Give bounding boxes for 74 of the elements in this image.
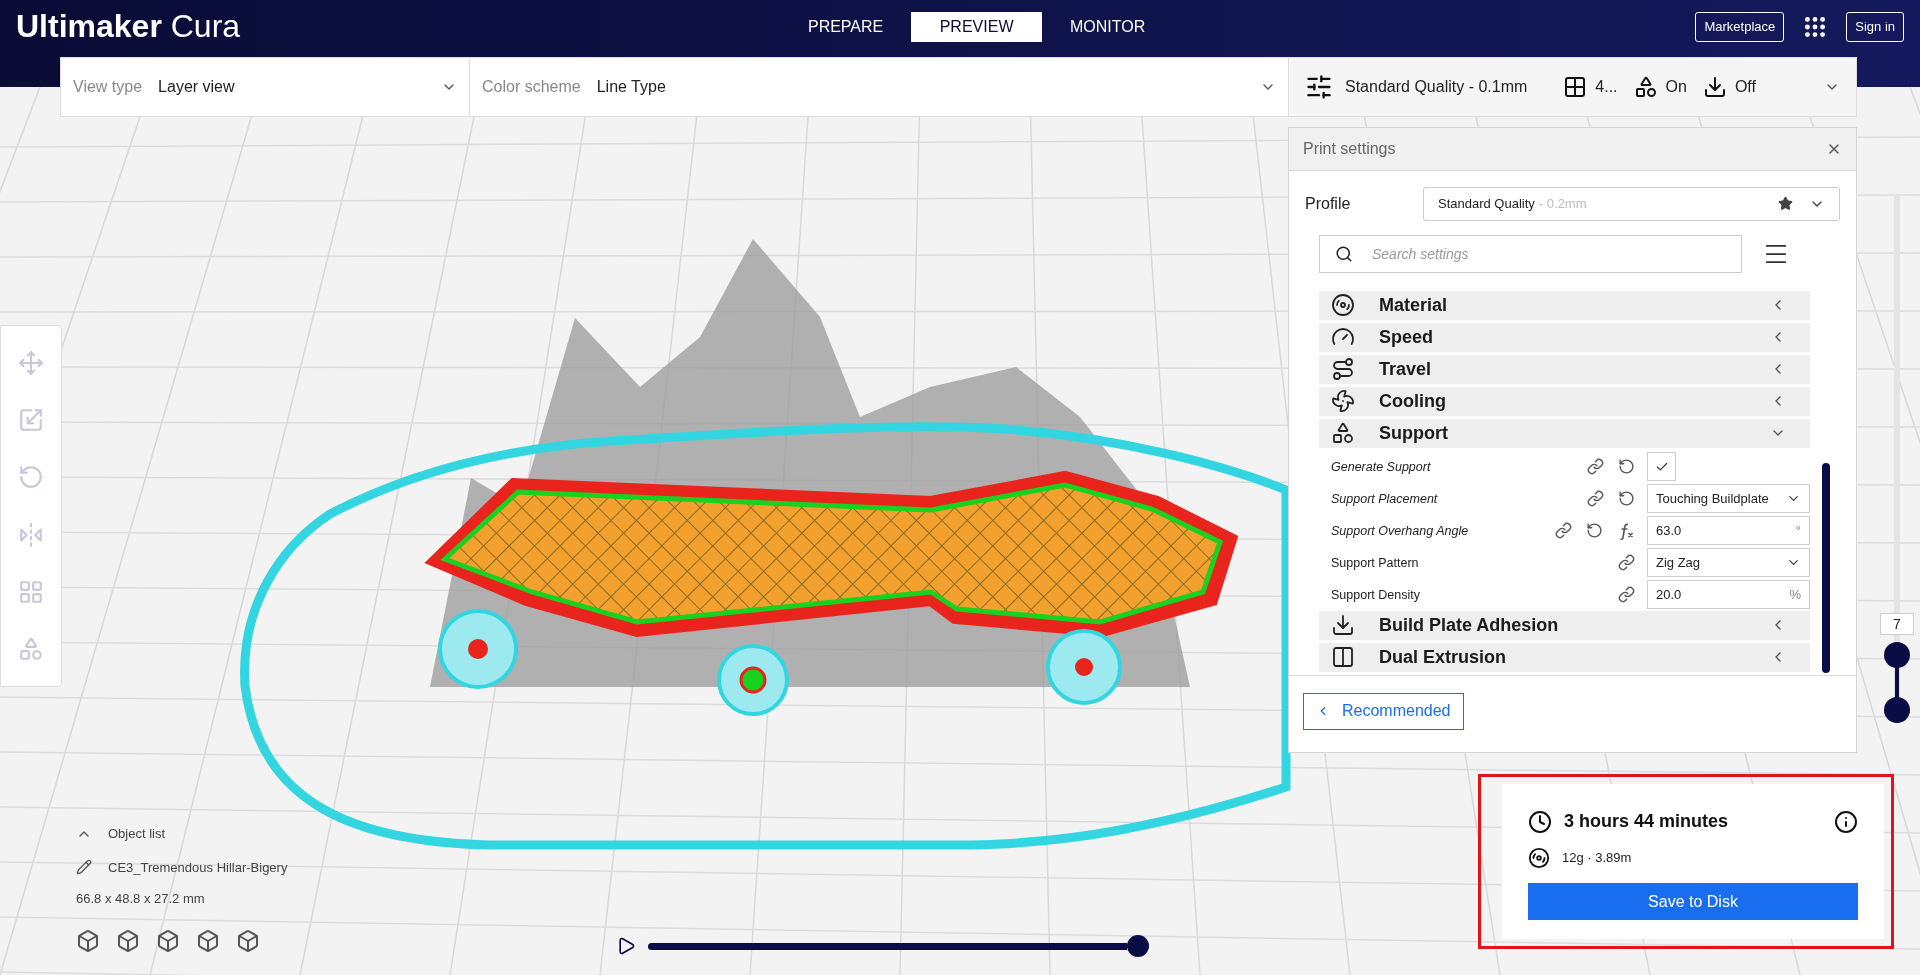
spool-icon [1331,293,1355,318]
camera-view-icon[interactable] [76,928,100,953]
star-icon [1778,196,1793,212]
scrollbar[interactable] [1822,462,1830,673]
category-header[interactable]: Dual Extrusion [1319,642,1810,672]
camera-view-icon[interactable] [156,928,180,953]
print-time: 3 hours 44 minutes [1564,810,1729,833]
save-to-disk-button[interactable]: Save to Disk [1528,883,1858,920]
setting-label: Support Overhang Angle [1331,522,1469,540]
shapes-icon [1331,421,1355,446]
reset-icon[interactable] [1618,458,1635,476]
number-field[interactable]: 63.0 ° [1647,516,1810,546]
link-icon [1618,554,1635,572]
info-icon[interactable] [1834,809,1858,834]
function-icon[interactable] [1617,521,1635,540]
category-label: Dual Extrusion [1379,645,1507,669]
view-type-dropdown[interactable]: View type Layer view [61,58,470,116]
dropdown-field[interactable]: Touching Buildplate [1647,484,1810,514]
category-header[interactable]: Travel [1319,354,1810,384]
play-icon[interactable] [616,936,636,956]
object-name: CE3_Tremendous Hillar-Bigery [108,858,288,877]
link-icon [1618,586,1635,604]
link-icon [1587,490,1604,508]
stage-tab[interactable]: PREPARE [780,12,912,42]
setting-label: Support Density [1331,586,1420,604]
category-header[interactable]: Support [1319,418,1810,448]
marketplace-button[interactable]: Marketplace [1695,12,1785,42]
object-dimensions: 66.8 x 48.8 x 27.2 mm [76,890,206,908]
download-icon [1331,613,1355,638]
route-icon [1331,357,1355,382]
dropdown-field[interactable]: Zig Zag [1647,548,1810,578]
reset-icon[interactable] [1586,522,1603,540]
spool-icon [1528,847,1550,869]
sign-in-button[interactable]: Sign in [1846,12,1904,42]
number-field[interactable]: 20.0 % [1647,580,1810,610]
camera-view-icon[interactable] [116,928,140,953]
fan-icon [1331,389,1355,414]
category-label: Build Plate Adhesion [1379,613,1559,637]
category-label: Cooling [1379,389,1446,413]
pencil-icon [76,859,92,876]
print-setup-selector[interactable]: Standard Quality - 0.1mm 4... On Off [1289,58,1856,116]
checkbox[interactable] [1647,452,1676,482]
category-header[interactable]: Cooling [1319,386,1810,416]
sliders-icon [1305,73,1333,101]
columns-icon [1331,645,1355,670]
profile-label: Profile [1305,193,1352,214]
category-label: Speed [1379,325,1434,349]
category-header[interactable]: Material [1319,290,1810,320]
camera-view-icon[interactable] [236,928,260,953]
search-icon [1335,244,1353,263]
object-list-toggle[interactable]: Object list [108,824,166,844]
camera-view-icon[interactable] [196,928,220,953]
stage-tab[interactable]: MONITOR [1042,12,1174,42]
category-label: Travel [1379,357,1432,381]
setting-label: Support Placement [1331,490,1438,508]
setting-label: Support Pattern [1331,554,1419,572]
category-label: Support [1379,421,1448,445]
category-header[interactable]: Build Plate Adhesion [1319,610,1810,640]
profile-dropdown[interactable]: Standard Quality - 0.2mm [1423,186,1840,221]
clock-icon [1528,809,1552,834]
layer-number: 7 [1880,612,1914,635]
app-title: Ultimaker Cura [16,8,241,44]
link-icon [1555,522,1572,540]
search-field[interactable]: Search settings [1319,234,1742,273]
panel-title: Print settings [1303,138,1396,159]
stage-tab[interactable]: PREVIEW [911,12,1043,42]
download-icon [1702,75,1727,99]
setting-label: Generate Support [1331,458,1431,476]
material-estimate: 12g · 3.89m [1562,849,1632,868]
category-label: Material [1379,293,1448,317]
link-icon [1587,458,1604,476]
recommended-button[interactable]: Recommended [1303,692,1464,730]
reset-icon[interactable] [1618,490,1635,508]
category-header[interactable]: Speed [1319,322,1810,352]
